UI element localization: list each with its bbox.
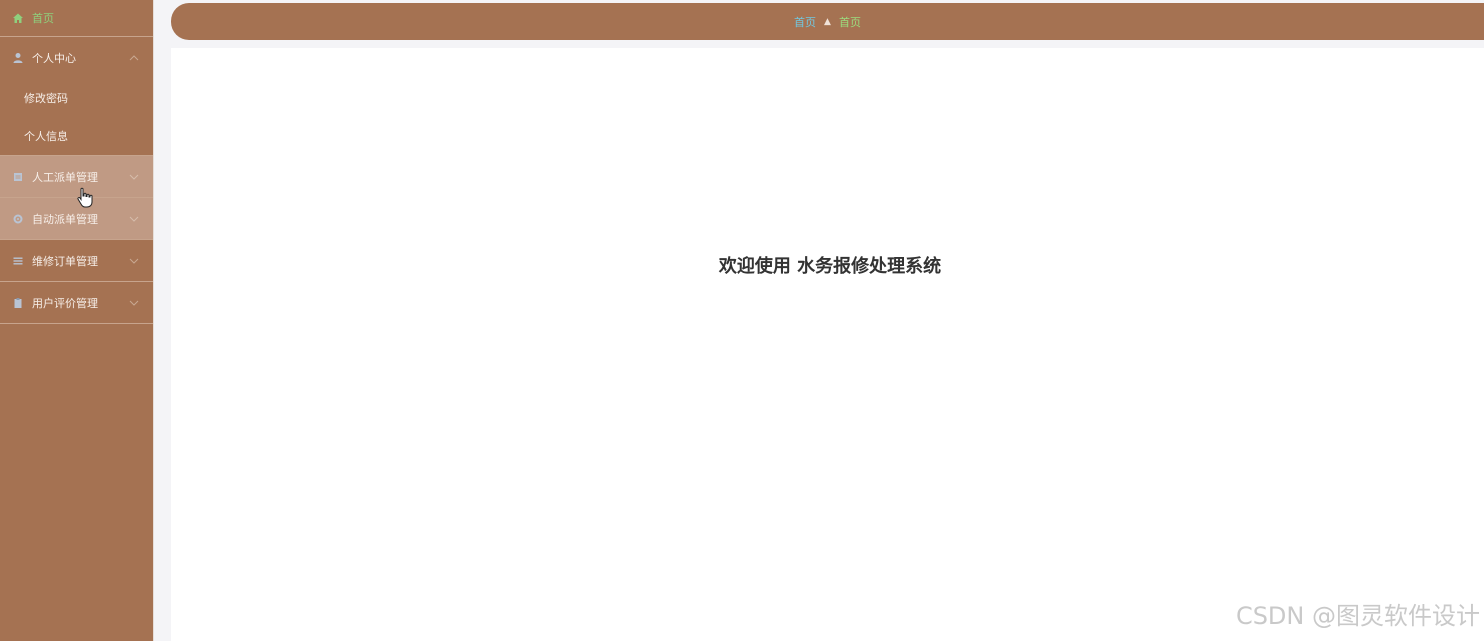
document-icon bbox=[12, 171, 24, 183]
breadcrumb-home-link[interactable]: 首页 bbox=[794, 14, 816, 30]
chevron-up-icon bbox=[129, 55, 139, 61]
list-icon bbox=[12, 255, 24, 267]
app-window: 首页 个人中心 修改密码 个人信息 人工派单管理 自动派单管理 维修订单管理 用… bbox=[0, 0, 1484, 641]
watermark: CSDN @图灵软件设计 bbox=[1235, 602, 1480, 630]
sidebar-item-label: 个人中心 bbox=[32, 52, 76, 65]
home-icon bbox=[12, 12, 24, 24]
breadcrumb-separator: ▲ bbox=[824, 16, 831, 27]
breadcrumb-current: 首页 bbox=[838, 15, 861, 29]
sidebar-item-repair-orders[interactable]: 维修订单管理 bbox=[0, 240, 153, 282]
main-content: 欢迎使用 水务报修处理系统 bbox=[171, 48, 1484, 641]
submenu-item-personal-info[interactable]: 个人信息 bbox=[0, 117, 153, 155]
sidebar-item-personal-center[interactable]: 个人中心 bbox=[0, 37, 153, 79]
user-icon bbox=[12, 52, 24, 64]
sidebar-item-label: 人工派单管理 bbox=[32, 170, 98, 184]
sidebar-item-user-reviews[interactable]: 用户评价管理 bbox=[0, 282, 153, 324]
sidebar-item-label: 首页 bbox=[32, 12, 54, 25]
sidebar-item-label: 维修订单管理 bbox=[32, 254, 98, 268]
sidebar-item-label: 用户评价管理 bbox=[32, 296, 98, 310]
sidebar-item-home[interactable]: 首页 bbox=[0, 0, 153, 37]
submenu-personal-center: 修改密码 个人信息 bbox=[0, 79, 153, 156]
chevron-down-icon bbox=[129, 258, 139, 264]
sidebar: 首页 个人中心 修改密码 个人信息 人工派单管理 自动派单管理 维修订单管理 用… bbox=[0, 0, 154, 641]
sidebar-item-label: 自动派单管理 bbox=[32, 212, 98, 226]
clipboard-icon bbox=[12, 297, 24, 309]
submenu-item-change-password[interactable]: 修改密码 bbox=[0, 79, 153, 117]
welcome-title: 欢迎使用 水务报修处理系统 bbox=[718, 256, 942, 277]
gear-icon bbox=[12, 213, 24, 225]
chevron-down-icon bbox=[129, 300, 139, 306]
hand-cursor-icon bbox=[77, 187, 93, 208]
chevron-down-icon bbox=[129, 216, 139, 222]
chevron-down-icon bbox=[129, 174, 139, 180]
breadcrumb: 首页 ▲ 首页 bbox=[171, 3, 1484, 40]
